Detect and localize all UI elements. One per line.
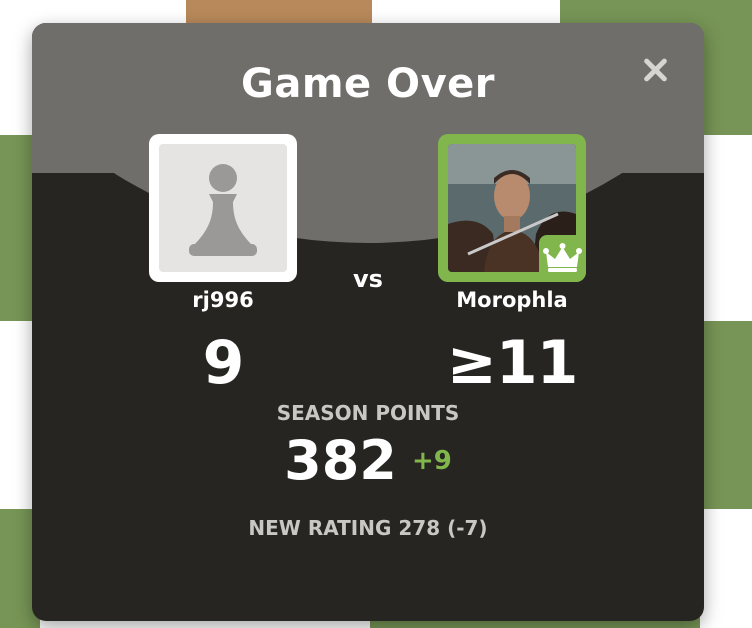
season-points-value: 382 — [284, 429, 397, 492]
player-avatar-rj996[interactable] — [149, 134, 297, 282]
avatar — [159, 144, 287, 272]
vs-label: vs — [353, 265, 383, 293]
pawn-icon — [189, 164, 257, 256]
modal-title: Game Over — [241, 61, 495, 107]
season-points-delta: +9 — [411, 445, 452, 476]
player-score: 9 — [202, 328, 245, 398]
new-rating-text: NEW RATING 278 (-7) — [248, 516, 488, 540]
player-name[interactable]: Morophla — [412, 288, 612, 312]
game-over-modal: Game Over rj996 9 vs Morophla ≥11 SEASON… — [32, 23, 704, 621]
board-square — [700, 135, 752, 321]
modal-header-curve — [32, 23, 704, 243]
player-avatar-morophla[interactable] — [438, 134, 586, 282]
season-points-label: SEASON POINTS — [276, 401, 460, 425]
close-icon[interactable] — [638, 53, 672, 87]
player-name[interactable]: rj996 — [123, 288, 323, 312]
player-score: ≥11 — [446, 328, 579, 398]
winner-badge — [539, 235, 586, 282]
board-square — [700, 321, 752, 509]
crown-icon — [543, 243, 582, 272]
board-square — [700, 509, 752, 628]
season-points-row: 382 +9 — [32, 429, 704, 492]
